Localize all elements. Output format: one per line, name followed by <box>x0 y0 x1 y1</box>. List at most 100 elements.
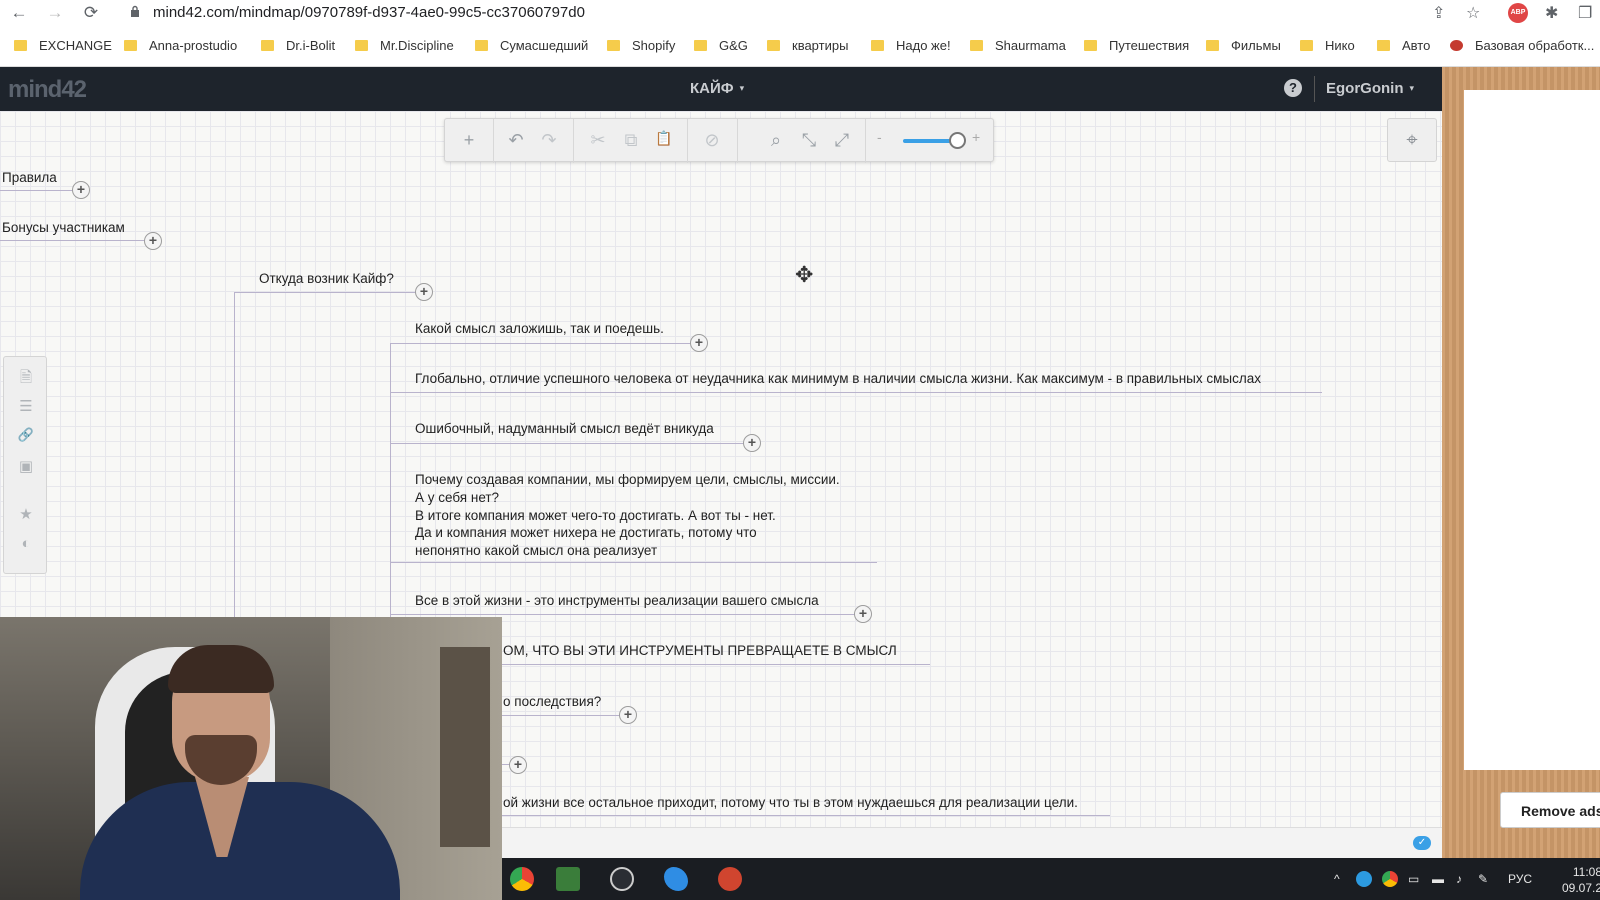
app-taskbar-icon[interactable] <box>664 867 688 891</box>
palette-icon[interactable]: ◐ <box>16 535 36 552</box>
bookmark-item[interactable]: Shaurmama <box>970 38 1066 53</box>
connector-line <box>234 292 235 617</box>
mindmap-node[interactable]: Откуда возник Кайф? <box>259 270 394 288</box>
bookmark-item[interactable]: Mr.Discipline <box>355 38 454 53</box>
expand-node-button[interactable]: + <box>72 181 90 199</box>
mindmap-node[interactable]: Бонусы участникам <box>2 219 125 237</box>
network-tray-icon[interactable]: ▭ <box>1408 872 1419 886</box>
mindmap-node[interactable]: Какой смысл заложишь, так и поедешь. <box>415 320 664 338</box>
mindmap-node[interactable]: Глобально, отличие успешного человека от… <box>415 370 1261 388</box>
telegram-tray-icon[interactable] <box>1356 871 1372 887</box>
expand-node-button[interactable]: + <box>743 434 761 452</box>
note-icon[interactable]: 🗎 <box>16 367 36 392</box>
reload-button[interactable]: ⟳ <box>80 2 102 24</box>
bookmark-favicon-icon <box>1450 40 1463 51</box>
tray-chevron-icon[interactable]: ^ <box>1334 872 1340 886</box>
mindmap-node[interactable]: о последствия? <box>503 693 601 711</box>
bookmark-item[interactable]: EXCHANGE <box>14 38 112 53</box>
powerpoint-taskbar-icon[interactable] <box>718 867 742 891</box>
folder-icon <box>355 40 368 51</box>
bookmark-item[interactable]: Сумасшедший <box>475 38 588 53</box>
mindmap-node[interactable]: Все в этой жизни - это инструменты реали… <box>415 592 819 610</box>
mind42-logo[interactable]: mind42 <box>8 76 87 104</box>
link-icon[interactable]: 🔗 <box>16 427 36 443</box>
cut-icon[interactable]: ✂ <box>586 130 610 151</box>
user-menu[interactable]: EgorGonin ▾ <box>1326 80 1414 97</box>
remove-ads-button[interactable]: Remove ads <box>1500 792 1600 828</box>
paste-icon[interactable]: 📋 <box>652 130 676 147</box>
back-button[interactable]: ← <box>8 2 30 24</box>
bookmark-item[interactable]: Путешествия <box>1084 38 1189 53</box>
image-icon[interactable]: ▣ <box>16 457 36 475</box>
help-icon[interactable]: ? <box>1284 79 1302 97</box>
delete-icon[interactable]: ⊘ <box>700 130 724 151</box>
window-icon[interactable]: ❐ <box>1578 3 1592 23</box>
adblock-icon[interactable]: ABP <box>1508 3 1528 23</box>
mindmap-node[interactable]: Ошибочный, надуманный смысл ведёт вникуд… <box>415 420 714 438</box>
center-map-button[interactable]: ⌖ <box>1387 118 1437 162</box>
language-indicator[interactable]: РУС <box>1508 872 1532 886</box>
mindmap-node-line[interactable]: А у себя нет? <box>415 489 499 507</box>
folder-icon <box>1206 40 1219 51</box>
bookmark-item[interactable]: Нико <box>1300 38 1355 53</box>
battery-tray-icon[interactable]: ▬ <box>1432 872 1444 886</box>
obs-taskbar-icon[interactable] <box>610 867 634 891</box>
folder-icon <box>767 40 780 51</box>
mindmap-node-line[interactable]: Да и компания может нихера не достигать,… <box>415 524 757 542</box>
list-icon[interactable]: ☰ <box>16 397 36 415</box>
bookmark-item[interactable]: Надо же! <box>871 38 951 53</box>
star-icon[interactable]: ★ <box>16 505 36 523</box>
chrome-taskbar-icon[interactable] <box>510 867 534 891</box>
undo-icon[interactable]: ↶ <box>504 130 528 151</box>
expand-node-button[interactable]: + <box>144 232 162 250</box>
expand-node-button[interactable]: + <box>415 283 433 301</box>
expand-node-button[interactable]: + <box>854 605 872 623</box>
bookmark-item[interactable]: Базовая обработк... <box>1450 38 1594 53</box>
chevron-down-icon: ▾ <box>1409 83 1415 93</box>
expand-node-button[interactable]: + <box>690 334 708 352</box>
address-bar[interactable]: mind42.com/mindmap/0970789f-d937-4ae0-99… <box>153 4 585 21</box>
zoom-slider-handle[interactable] <box>949 132 966 149</box>
bookmark-item[interactable]: G&G <box>694 38 748 53</box>
node-underline <box>390 443 751 444</box>
mindmap-node-line[interactable]: непонятно какой смысл она реализует <box>415 542 657 560</box>
forward-button[interactable]: → <box>44 2 66 24</box>
webcam-person-hair <box>168 645 274 693</box>
folder-icon <box>1084 40 1097 51</box>
expand-node-button[interactable]: + <box>619 706 637 724</box>
share-icon[interactable]: ⇪ <box>1432 3 1445 23</box>
folder-icon <box>124 40 137 51</box>
bookmark-item[interactable]: квартиры <box>767 38 848 53</box>
mindmap-node-line[interactable]: Почему создавая компании, мы формируем ц… <box>415 471 840 489</box>
expand-node-button[interactable]: + <box>509 756 527 774</box>
mindmap-node[interactable]: ОМ, ЧТО ВЫ ЭТИ ИНСТРУМЕНТЫ ПРЕВРАЩАЕТЕ В… <box>503 642 897 660</box>
bookmark-item[interactable]: Anna-prostudio <box>124 38 237 53</box>
app-taskbar-icon[interactable] <box>556 867 580 891</box>
mindmap-node[interactable]: ой жизни все остальное приходит, потому … <box>503 794 1078 812</box>
redo-icon[interactable]: ↷ <box>537 130 561 151</box>
folder-icon <box>14 40 27 51</box>
search-icon[interactable]: ⌕ <box>764 130 788 151</box>
system-clock[interactable]: 11:08 09.07.2 <box>1562 864 1600 896</box>
bookmark-item[interactable]: Shopify <box>607 38 675 53</box>
zoom-out-icon[interactable]: - <box>877 129 882 145</box>
header-divider <box>1314 76 1315 102</box>
toolbar-divider <box>737 119 738 163</box>
collapse-all-icon[interactable]: ⤡ <box>797 130 821 151</box>
bookmark-item[interactable]: Фильмы <box>1206 38 1281 53</box>
toolbar-divider <box>573 119 574 163</box>
bookmark-item[interactable]: Dr.i-Bolit <box>261 38 335 53</box>
map-title-menu[interactable]: КАЙФ ▾ <box>690 80 744 97</box>
chrome-tray-icon[interactable] <box>1382 871 1398 887</box>
bookmark-star-icon[interactable]: ☆ <box>1466 3 1480 23</box>
copy-icon[interactable]: ⧉ <box>619 130 643 151</box>
bookmark-item[interactable]: Авто <box>1377 38 1430 53</box>
extensions-icon[interactable]: ✱ <box>1545 3 1558 23</box>
zoom-in-icon[interactable]: + <box>972 129 980 145</box>
add-node-icon[interactable]: + <box>457 130 481 151</box>
volume-tray-icon[interactable]: ♪ <box>1456 872 1462 886</box>
expand-all-icon[interactable]: ⤢ <box>830 130 854 151</box>
pen-tray-icon[interactable]: ✎ <box>1478 872 1488 886</box>
mindmap-node[interactable]: Правила <box>2 169 57 187</box>
mindmap-node-line[interactable]: В итоге компания может чего-то достигать… <box>415 507 776 525</box>
